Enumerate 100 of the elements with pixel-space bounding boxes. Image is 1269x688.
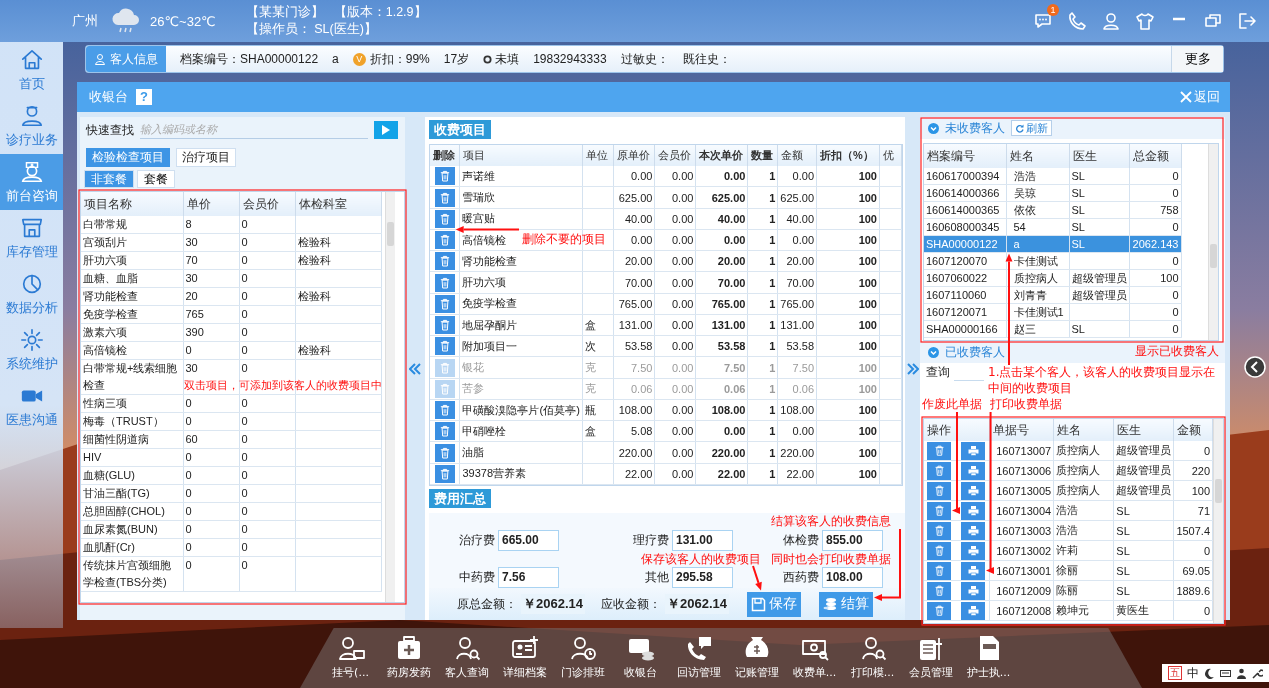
dock-item[interactable]: 记账管理 [728, 628, 785, 688]
dock-item[interactable]: 会员管理 [902, 628, 959, 688]
dock-item[interactable]: 回访管理 [670, 628, 727, 688]
tab[interactable]: 治疗项目 [176, 148, 236, 167]
print-button[interactable] [961, 561, 985, 580]
delete-button[interactable] [434, 252, 455, 271]
fee-field[interactable]: 855.00 [822, 530, 883, 551]
delete-button[interactable] [434, 273, 455, 292]
dock-item[interactable]: 挂号(... [322, 628, 379, 688]
print-button[interactable] [961, 481, 985, 500]
collapse-icon[interactable] [928, 122, 939, 134]
delete-button[interactable] [434, 167, 455, 186]
delete-button[interactable] [434, 231, 455, 250]
table-cell: 0 [241, 344, 248, 356]
nav-item[interactable]: 系统维护 [0, 322, 63, 378]
table-row[interactable]: 160617000394 浩浩 SL 0 [924, 168, 1181, 185]
nav-item[interactable]: 诊疗业务 [0, 98, 63, 154]
wrench-icon[interactable] [1252, 667, 1263, 679]
table-cell: 0 [241, 469, 248, 481]
dock-item[interactable]: 护士执... [960, 628, 1017, 688]
tab[interactable]: 套餐 [137, 170, 175, 188]
print-button[interactable] [961, 501, 985, 520]
delete-button[interactable] [434, 443, 455, 462]
void-button[interactable] [927, 541, 951, 560]
keyboard-icon[interactable] [1220, 667, 1231, 679]
print-button[interactable] [961, 601, 985, 620]
print-button[interactable] [961, 581, 985, 600]
fee-field[interactable]: 7.56 [498, 567, 559, 588]
fee-field[interactable]: 665.00 [498, 530, 559, 551]
void-button[interactable] [927, 601, 951, 620]
column-header: 原单价 [617, 149, 651, 162]
fee-field[interactable]: 295.58 [672, 567, 733, 588]
logout-icon[interactable] [1237, 11, 1257, 31]
phone-icon[interactable] [1067, 11, 1087, 31]
moon-icon[interactable] [1204, 667, 1215, 679]
more-button[interactable]: 更多 [1171, 46, 1223, 72]
delete-button[interactable] [434, 401, 455, 420]
delete-button[interactable] [434, 209, 455, 228]
user-icon[interactable] [1101, 11, 1121, 31]
void-button[interactable] [927, 481, 951, 500]
delete-button[interactable] [434, 188, 455, 207]
table-cell: 雪瑞欣 [462, 191, 496, 204]
void-button[interactable] [927, 501, 951, 520]
table-cell: 盒 [585, 424, 597, 437]
search-button[interactable] [374, 121, 398, 139]
scrollbar[interactable] [1208, 144, 1218, 340]
scrollbar[interactable] [385, 192, 395, 602]
fee-field[interactable]: 108.00 [822, 567, 883, 588]
dock-item[interactable]: 客人查询 [438, 628, 495, 688]
table-cell: 100 [858, 212, 877, 225]
table-cell: 53.58 [717, 340, 746, 353]
nav-item[interactable]: 首页 [0, 42, 63, 98]
void-button[interactable] [927, 581, 951, 600]
void-button[interactable] [927, 461, 951, 480]
dock-item[interactable]: 收费单... [786, 628, 843, 688]
table-cell: 0.00 [671, 276, 694, 289]
table-cell: 血尿素氮(BUN) [83, 523, 158, 535]
scrollbar[interactable] [1213, 419, 1223, 623]
dock-item[interactable]: 药房发药 [380, 628, 437, 688]
nav-item[interactable]: 库存管理 [0, 210, 63, 266]
print-button[interactable] [961, 461, 985, 480]
print-button[interactable] [961, 521, 985, 540]
table-cell: 625.00 [711, 191, 746, 204]
print-button[interactable] [961, 541, 985, 560]
table-cell: 0 [1172, 306, 1179, 318]
dock-item[interactable]: 打印模... [844, 628, 901, 688]
input-mode-indicator[interactable]: 五 [1168, 666, 1182, 680]
delete-button[interactable] [434, 422, 455, 441]
dock-item[interactable]: 收银台 [612, 628, 669, 688]
print-button[interactable] [961, 441, 985, 460]
table-cell: 肝功六项 [462, 276, 507, 289]
delete-button[interactable] [434, 294, 455, 313]
chevron-left-icon[interactable] [1244, 356, 1266, 378]
chat-icon[interactable] [1033, 11, 1053, 31]
table-cell: 暖宫贴 [462, 212, 496, 225]
table-cell: 0 [185, 487, 192, 499]
dock-item[interactable]: 门诊排班 [554, 628, 611, 688]
trash-icon [439, 276, 450, 289]
language-indicator[interactable]: 中 [1187, 664, 1199, 682]
double-chevron-left-icon[interactable] [409, 362, 421, 375]
trash-icon [933, 545, 945, 556]
void-button[interactable] [927, 561, 951, 580]
refresh-button[interactable]: 刷新 [1011, 120, 1052, 136]
collapse-icon[interactable] [928, 346, 939, 358]
dock-item[interactable]: 详细档案 [496, 628, 553, 688]
shirt-icon[interactable] [1135, 11, 1155, 31]
delete-button[interactable] [434, 464, 455, 483]
delete-button[interactable] [434, 337, 455, 356]
person-icon[interactable] [1236, 667, 1247, 679]
double-chevron-right-icon[interactable] [906, 362, 919, 375]
void-button[interactable] [927, 441, 951, 460]
delete-button[interactable] [434, 316, 455, 335]
table-cell: 附加项目一 [462, 339, 518, 352]
nav-item[interactable]: 数据分析 [0, 266, 63, 322]
void-button[interactable] [927, 521, 951, 540]
annotation: 同时也会打印收费单据 [771, 552, 891, 566]
table-cell: 1607110060 [926, 289, 987, 301]
fee-field[interactable]: 131.00 [672, 530, 733, 551]
table-cell: 0.00 [671, 425, 694, 438]
search-field[interactable]: 输入编码或名称 [140, 121, 368, 139]
